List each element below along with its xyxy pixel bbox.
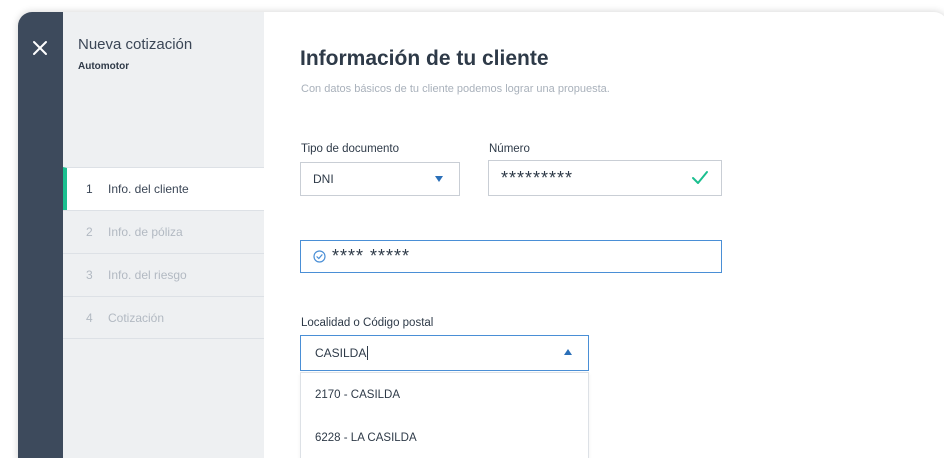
- doc-type-value: DNI: [313, 172, 334, 186]
- page-title: Información de tu cliente: [300, 47, 549, 70]
- check-circle-icon: [313, 250, 326, 263]
- step-info-cliente[interactable]: 1 Info. del cliente: [63, 167, 264, 210]
- text-cursor: [367, 346, 369, 360]
- close-button[interactable]: [26, 34, 54, 62]
- app-window: Nueva cotización Automotor 1 Info. del c…: [18, 12, 944, 458]
- step-label: Info. del riesgo: [108, 268, 187, 282]
- page-subtitle: Con datos básicos de tu cliente podemos …: [301, 83, 610, 95]
- locality-dropdown: 2170 - CASILDA 6228 - LA CASILDA: [300, 372, 589, 458]
- step-number: 4: [86, 310, 93, 325]
- locality-input[interactable]: CASILDA: [300, 335, 589, 371]
- step-label: Cotización: [108, 310, 165, 325]
- sidebar: Nueva cotización Automotor 1 Info. del c…: [63, 12, 264, 458]
- locality-option[interactable]: 2170 - CASILDA: [301, 373, 588, 416]
- doc-type-select[interactable]: DNI: [300, 162, 460, 196]
- step-number: 3: [86, 268, 93, 282]
- step-label: Info. de póliza: [108, 225, 183, 239]
- doc-type-label: Tipo de documento: [301, 143, 400, 155]
- step-info-poliza[interactable]: 2 Info. de póliza: [63, 210, 264, 253]
- doc-number-label: Número: [489, 143, 530, 155]
- client-name-field[interactable]: **** *****: [300, 240, 722, 273]
- quote-subtitle: Automotor: [78, 61, 130, 72]
- main-form: Información de tu cliente Con datos bási…: [264, 12, 944, 458]
- caret-down-icon: [435, 176, 443, 182]
- quote-title: Nueva cotización: [78, 36, 193, 53]
- doc-number-input[interactable]: *********: [488, 160, 722, 196]
- step-cotizacion[interactable]: 4 Cotización: [63, 296, 264, 339]
- step-info-riesgo[interactable]: 3 Info. del riesgo: [63, 253, 264, 296]
- steps-list: 1 Info. del cliente 2 Info. de póliza 3 …: [63, 167, 264, 339]
- doc-number-value: *********: [501, 167, 574, 188]
- locality-value: CASILDA: [315, 346, 367, 360]
- step-number: 2: [86, 225, 93, 239]
- close-icon: [33, 41, 47, 55]
- left-rail: [18, 12, 63, 458]
- locality-label: Localidad o Código postal: [301, 317, 434, 329]
- step-label: Info. del cliente: [108, 182, 189, 196]
- check-icon: [692, 171, 708, 184]
- caret-up-icon: [564, 349, 572, 355]
- client-name-value: **** *****: [332, 246, 411, 266]
- locality-option[interactable]: 6228 - LA CASILDA: [301, 416, 588, 458]
- step-number: 1: [86, 182, 93, 196]
